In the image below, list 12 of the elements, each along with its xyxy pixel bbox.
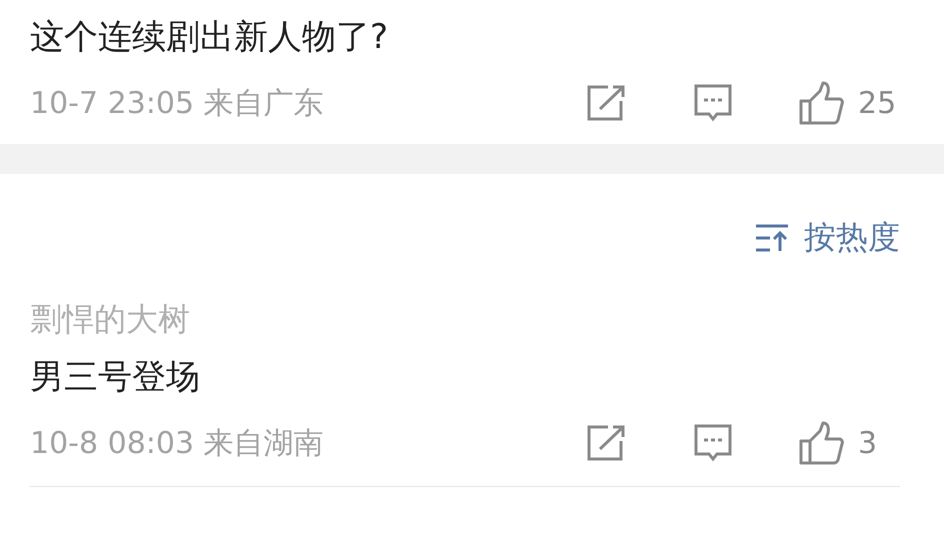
comment-meta: 10-7 23:05 来自广东 — [30, 84, 325, 122]
like-count: 3 — [858, 426, 878, 460]
comment-icon[interactable] — [692, 423, 734, 463]
like-count: 25 — [858, 86, 898, 120]
sort-icon[interactable] — [754, 223, 790, 253]
thumbs-up-icon[interactable] — [798, 81, 846, 125]
comment-text: 男三号登场 — [30, 356, 201, 399]
sort-button[interactable]: 按热度 — [804, 216, 900, 260]
thumbs-up-icon[interactable] — [798, 421, 846, 465]
comment-icon[interactable] — [692, 83, 734, 123]
comment-meta: 10-8 08:03 来自湖南 — [30, 424, 325, 462]
comment-text: 这个连续剧出新人物了? — [30, 16, 390, 59]
